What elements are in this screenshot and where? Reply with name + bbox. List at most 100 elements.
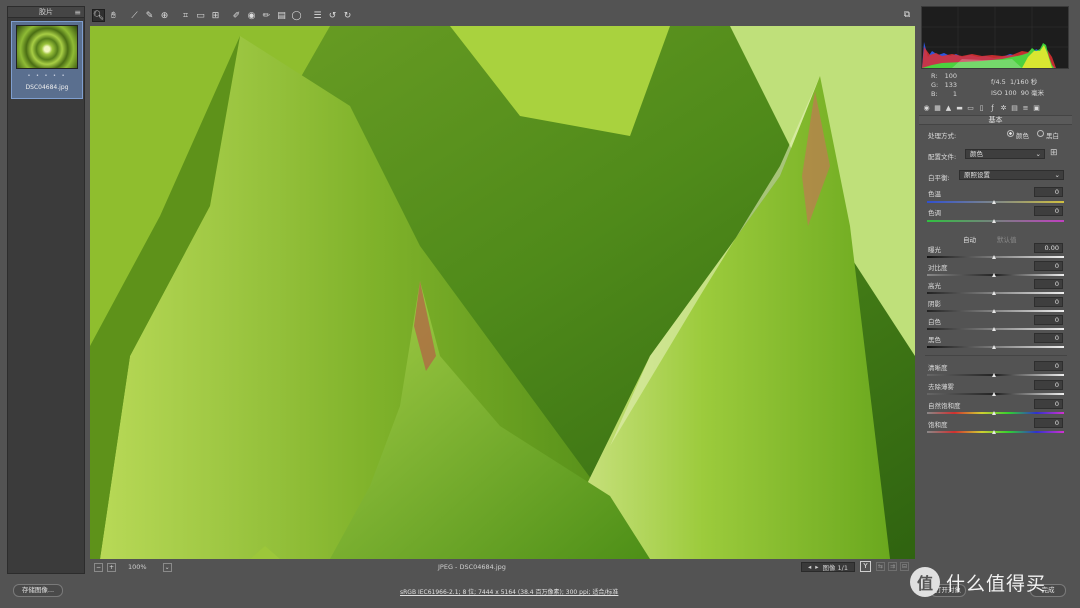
transform-icon[interactable]: ⊞ bbox=[209, 9, 222, 22]
workflow-options-link[interactable]: sRGB IEC61966-2.1; 8 位; 7444 x 5164 (38.… bbox=[400, 587, 618, 596]
spot-removal-icon[interactable]: ✐ bbox=[230, 9, 243, 22]
target-adjust-icon[interactable]: ⊕ bbox=[158, 9, 171, 22]
graduated-filter-icon[interactable]: ▤ bbox=[275, 9, 288, 22]
adjustment-brush-icon[interactable]: ✏︎ bbox=[260, 9, 273, 22]
profile-label: 配置文件: bbox=[928, 153, 957, 161]
watermark: 值 什么值得买 bbox=[910, 565, 1075, 599]
highlights-value[interactable]: 0 bbox=[1034, 279, 1063, 289]
swap-view-icon[interactable]: ⇆ bbox=[876, 562, 885, 571]
g-label: G: bbox=[931, 81, 939, 89]
panel-title: 基本 bbox=[919, 115, 1072, 125]
divider bbox=[925, 355, 1067, 356]
tab-basic-icon[interactable]: ◉ bbox=[921, 104, 932, 112]
temp-value[interactable]: 0 bbox=[1034, 187, 1063, 197]
rotate-cw-icon[interactable]: ↻ bbox=[341, 9, 354, 22]
r-label: R: bbox=[931, 72, 938, 80]
menu-icon[interactable]: ≡ bbox=[74, 8, 81, 17]
profile-value: 颜色 bbox=[970, 150, 983, 158]
prev-image-button[interactable]: ◂ bbox=[808, 563, 811, 571]
contrast-value[interactable]: 0 bbox=[1034, 261, 1063, 271]
process-bw-radio[interactable] bbox=[1037, 130, 1044, 137]
tint-label: 色调 bbox=[928, 209, 941, 217]
adjustments-panel: R: 100 G: 133 B: 1 f/4.5 1/160 秒 ISO 100 90… bbox=[919, 4, 1072, 576]
default-button[interactable]: 默认值 bbox=[997, 234, 1017, 244]
tab-fx-icon[interactable]: ƒ bbox=[987, 104, 998, 112]
chevron-down-icon[interactable]: ⌄ bbox=[162, 562, 172, 572]
view-mode-buttons: ⇆ ⇉ ⊟ bbox=[873, 562, 909, 571]
clarity-value[interactable]: 0 bbox=[1034, 361, 1063, 371]
wb-select[interactable]: 原照设置 ⌄ bbox=[959, 170, 1064, 180]
exif-readout: R: 100 G: 133 B: 1 f/4.5 1/160 秒 ISO 100 90… bbox=[919, 72, 1072, 100]
tab-snapshots-icon[interactable]: ≡ bbox=[1020, 104, 1031, 112]
filmstrip-thumbnail[interactable]: • • • • • DSC04684.jpg bbox=[11, 21, 83, 99]
tab-detail-icon[interactable]: ▲ bbox=[943, 104, 954, 112]
process-color-radio[interactable] bbox=[1007, 130, 1014, 137]
presets-list-icon[interactable]: ☰ bbox=[311, 9, 324, 22]
profile-browser-icon[interactable]: ⊞ bbox=[1050, 148, 1058, 158]
profile-select[interactable]: 颜色 ⌄ bbox=[965, 149, 1045, 159]
temp-label: 色温 bbox=[928, 190, 941, 198]
tab-presets-icon[interactable]: ▤ bbox=[1009, 104, 1020, 112]
rotate-ccw-icon[interactable]: ↺ bbox=[326, 9, 339, 22]
color-sampler-icon[interactable]: ✎ bbox=[143, 9, 156, 22]
vibrance-value[interactable]: 0 bbox=[1034, 399, 1063, 409]
white-balance-icon[interactable]: ⟋ bbox=[128, 9, 141, 22]
clarity-slider-thumb[interactable] bbox=[992, 373, 996, 377]
saturation-slider-thumb[interactable] bbox=[992, 430, 996, 434]
tint-value[interactable]: 0 bbox=[1034, 206, 1063, 216]
chevron-down-icon: ⌄ bbox=[1054, 171, 1060, 179]
exposure-slider-thumb[interactable] bbox=[992, 255, 996, 259]
vibrance-label: 自然饱和度 bbox=[928, 402, 961, 410]
straighten-icon[interactable]: ▭ bbox=[194, 9, 207, 22]
blacks-value[interactable]: 0 bbox=[1034, 333, 1063, 343]
temp-slider-thumb[interactable] bbox=[992, 200, 996, 204]
zoom-out-button[interactable]: − bbox=[94, 562, 103, 572]
wb-value: 原照设置 bbox=[964, 171, 990, 179]
whites-slider-thumb[interactable] bbox=[992, 327, 996, 331]
copy-settings-icon[interactable]: ⇉ bbox=[888, 562, 897, 571]
blacks-slider-thumb[interactable] bbox=[992, 345, 996, 349]
shadows-slider-thumb[interactable] bbox=[992, 309, 996, 313]
image-preview[interactable] bbox=[90, 26, 915, 559]
preview-photo bbox=[90, 26, 915, 559]
next-image-button[interactable]: ▸ bbox=[815, 563, 818, 571]
status-bar: − + 100% ⌄ JPEG - DSC04684.jpg ◂ ▸ 图像 1/… bbox=[90, 560, 915, 574]
tab-split-toning-icon[interactable]: ▭ bbox=[965, 104, 976, 112]
tab-lens-icon[interactable]: ▯ bbox=[976, 104, 987, 112]
filmstrip-header: 胶片 ≡ bbox=[8, 7, 84, 18]
dehaze-slider-thumb[interactable] bbox=[992, 392, 996, 396]
rating-stars[interactable]: • • • • • bbox=[12, 73, 82, 79]
toggle-settings-icon[interactable]: ⊟ bbox=[900, 562, 909, 571]
before-after-button[interactable]: Y bbox=[860, 561, 871, 572]
vibrance-slider-thumb[interactable] bbox=[992, 411, 996, 415]
chevron-down-icon: ⌄ bbox=[1035, 150, 1041, 158]
shadows-value[interactable]: 0 bbox=[1034, 297, 1063, 307]
whites-label: 白色 bbox=[928, 318, 941, 326]
zoom-in-button[interactable]: + bbox=[107, 562, 116, 572]
red-eye-icon[interactable]: ◉ bbox=[245, 9, 258, 22]
save-image-button[interactable]: 存储图像... bbox=[13, 584, 63, 597]
zoom-level[interactable]: 100% bbox=[128, 563, 147, 571]
r-value: 100 bbox=[944, 72, 957, 80]
tint-slider-thumb[interactable] bbox=[992, 219, 996, 223]
dehaze-value[interactable]: 0 bbox=[1034, 380, 1063, 390]
fullscreen-icon[interactable]: ⧉ bbox=[900, 8, 914, 22]
tab-hsl-icon[interactable]: ▬ bbox=[954, 104, 965, 112]
radial-filter-icon[interactable]: ◯ bbox=[290, 9, 303, 22]
tab-snapshot-icon[interactable]: ▣ bbox=[1031, 104, 1042, 112]
zoom-icon[interactable]: 🔍︎ bbox=[92, 9, 105, 22]
tab-tone-curve-icon[interactable]: ▦ bbox=[932, 104, 943, 112]
crop-icon[interactable]: ⌗ bbox=[179, 9, 192, 22]
exposure-value[interactable]: 0.00 bbox=[1034, 243, 1063, 253]
saturation-label: 饱和度 bbox=[928, 421, 948, 429]
hand-icon[interactable]: ✋︎ bbox=[107, 9, 120, 22]
contrast-slider-thumb[interactable] bbox=[992, 273, 996, 277]
highlights-slider-thumb[interactable] bbox=[992, 291, 996, 295]
whites-value[interactable]: 0 bbox=[1034, 315, 1063, 325]
toolbar: 🔍︎ ✋︎ ⟋ ✎ ⊕ ⌗ ▭ ⊞ ✐ ◉ ✏︎ ▤ ◯ ☰ ↺ ↻ ⧉ bbox=[92, 8, 916, 23]
saturation-value[interactable]: 0 bbox=[1034, 418, 1063, 428]
auto-button[interactable]: 自动 bbox=[963, 234, 976, 244]
tab-calibration-icon[interactable]: ✲ bbox=[998, 104, 1009, 112]
process-label: 处理方式: bbox=[928, 132, 957, 140]
file-info: JPEG - DSC04684.jpg bbox=[438, 563, 506, 571]
